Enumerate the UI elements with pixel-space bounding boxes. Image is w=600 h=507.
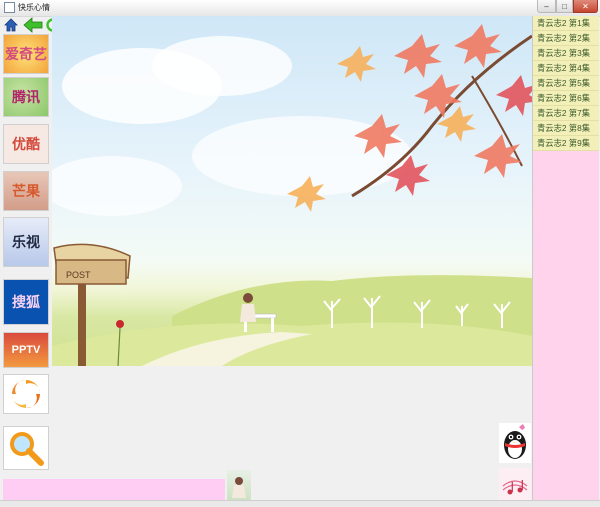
search-icon xyxy=(10,432,44,466)
swirl-logo-icon xyxy=(11,379,41,409)
music-note-button[interactable] xyxy=(499,468,531,500)
maximize-button[interactable]: □ xyxy=(556,0,573,13)
source-label: 乐视 xyxy=(12,234,40,250)
back-arrow-icon[interactable] xyxy=(23,17,43,33)
title-bar: 快乐心情 xyxy=(0,0,600,17)
source-iqiyi-button[interactable]: 爱奇艺 xyxy=(3,34,49,74)
bottom-progress-bar[interactable] xyxy=(3,479,225,500)
source-label: 爱奇艺 xyxy=(5,46,47,62)
source-tencent-button[interactable]: 腾讯 xyxy=(3,77,49,117)
girl-thumbnail[interactable] xyxy=(227,470,251,500)
window-title: 快乐心情 xyxy=(18,3,50,12)
music-note-icon xyxy=(502,480,528,495)
episode-list: 青云志2 第1集 青云志2 第2集 青云志2 第3集 青云志2 第4集 青云志2… xyxy=(533,16,599,151)
qq-penguin-icon xyxy=(504,424,526,459)
episode-item[interactable]: 青云志2 第8集 xyxy=(533,121,599,136)
source-label: PPTV xyxy=(11,344,41,356)
video-display-area[interactable]: POST xyxy=(52,16,532,366)
source-label: 芒果 xyxy=(12,183,40,199)
episode-item[interactable]: 青云志2 第1集 xyxy=(533,16,599,31)
autumn-scene-illustration: POST xyxy=(52,24,532,366)
episode-playlist-panel: 青云志2 第1集 青云志2 第2集 青云志2 第3集 青云志2 第4集 青云志2… xyxy=(532,16,599,500)
source-label: 腾讯 xyxy=(12,89,40,105)
source-label: 优酷 xyxy=(12,136,40,152)
episode-item[interactable]: 青云志2 第2集 xyxy=(533,31,599,46)
source-letv-button[interactable]: 乐视 xyxy=(3,217,49,267)
source-sohu-button[interactable]: 搜狐 xyxy=(3,279,49,325)
source-sidebar: 爱奇艺 腾讯 优酷 芒果 乐视 搜狐 PPTV xyxy=(3,34,53,474)
episode-item[interactable]: 青云志2 第7集 xyxy=(533,106,599,121)
episode-item[interactable]: 青云志2 第4集 xyxy=(533,61,599,76)
minimize-button[interactable]: – xyxy=(537,0,556,13)
source-youku-button[interactable]: 优酷 xyxy=(3,124,49,164)
source-mango-button[interactable]: 芒果 xyxy=(3,171,49,211)
close-button[interactable]: ✕ xyxy=(573,0,598,13)
episode-item[interactable]: 青云志2 第9集 xyxy=(533,136,599,151)
source-label: 搜狐 xyxy=(12,294,40,310)
swirl-logo-button[interactable] xyxy=(3,374,49,414)
episode-item[interactable]: 青云志2 第6集 xyxy=(533,91,599,106)
source-pptv-button[interactable]: PPTV xyxy=(3,332,49,368)
girl-thumbnail-icon xyxy=(232,477,246,498)
mailbox-label: POST xyxy=(66,270,91,280)
app-icon xyxy=(4,2,15,13)
episode-item[interactable]: 青云志2 第5集 xyxy=(533,76,599,91)
episode-item[interactable]: 青云志2 第3集 xyxy=(533,46,599,61)
home-icon[interactable] xyxy=(3,17,23,33)
qq-penguin-button[interactable] xyxy=(499,423,531,463)
search-button[interactable] xyxy=(3,426,49,470)
